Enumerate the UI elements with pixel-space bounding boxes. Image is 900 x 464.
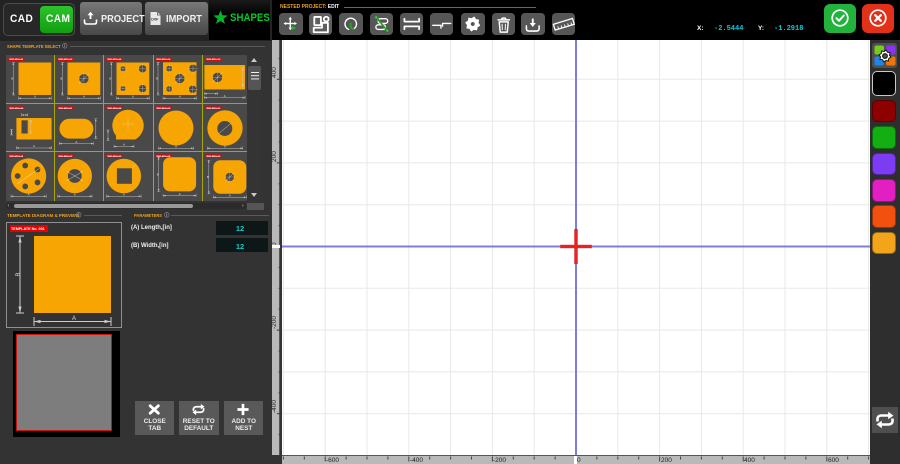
svg-text:B: B xyxy=(109,77,111,81)
svg-text:A: A xyxy=(75,139,77,143)
svg-text:A: A xyxy=(224,144,226,148)
svg-text:B: B xyxy=(11,77,13,81)
svg-text:TEMPLATE No. 012: TEMPLATE No. 012 xyxy=(58,155,73,158)
svg-text:TEMPLATE No. 003: TEMPLATE No. 003 xyxy=(107,58,122,61)
svg-text:A: A xyxy=(72,316,76,322)
svg-text:TEMPLATE No. 013: TEMPLATE No. 013 xyxy=(107,155,122,158)
svg-text:A: A xyxy=(33,94,35,98)
svg-text:B: B xyxy=(207,175,209,179)
svg-text:A: A xyxy=(27,193,29,197)
svg-text:B: B xyxy=(60,77,62,81)
svg-text:TEMPLATE No. 002: TEMPLATE No. 002 xyxy=(58,58,73,61)
svg-text:TEMPLATE No. 005: TEMPLATE No. 005 xyxy=(206,58,221,61)
svg-text:A: A xyxy=(223,94,225,98)
svg-text:TEMPLATE No. 011: TEMPLATE No. 011 xyxy=(9,155,24,158)
svg-text:A: A xyxy=(229,194,231,198)
svg-text:A: A xyxy=(33,144,35,148)
svg-text:TEMPLATE No. 001: TEMPLATE No. 001 xyxy=(9,58,24,61)
svg-text:B: B xyxy=(16,272,22,276)
svg-text:A: A xyxy=(83,94,85,98)
svg-text:A: A xyxy=(123,193,125,197)
svg-text:TEMPLATE No. 004: TEMPLATE No. 004 xyxy=(156,58,171,61)
svg-text:A: A xyxy=(74,193,76,197)
svg-text:TEMPLATE No. 015: TEMPLATE No. 015 xyxy=(206,155,221,158)
svg-text:A: A xyxy=(132,94,134,98)
svg-text:A: A xyxy=(123,142,125,146)
